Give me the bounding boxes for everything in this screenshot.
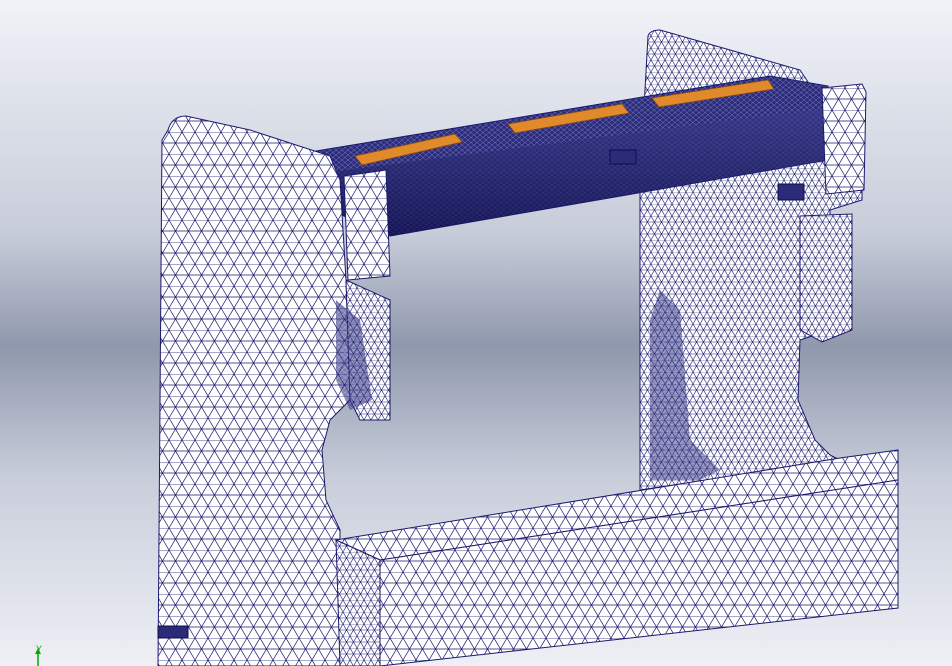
beam-lug (609, 149, 637, 165)
left-beam-block (343, 169, 391, 281)
graphics-viewport[interactable] (0, 0, 952, 666)
front-base-side (335, 539, 381, 666)
triad-y-label: Y (36, 644, 43, 654)
right-beam-block (821, 83, 867, 195)
right-side-lug (777, 183, 805, 201)
left-foot-block (157, 625, 189, 639)
mesh-model[interactable] (0, 0, 952, 666)
right-inner-column (799, 213, 853, 343)
